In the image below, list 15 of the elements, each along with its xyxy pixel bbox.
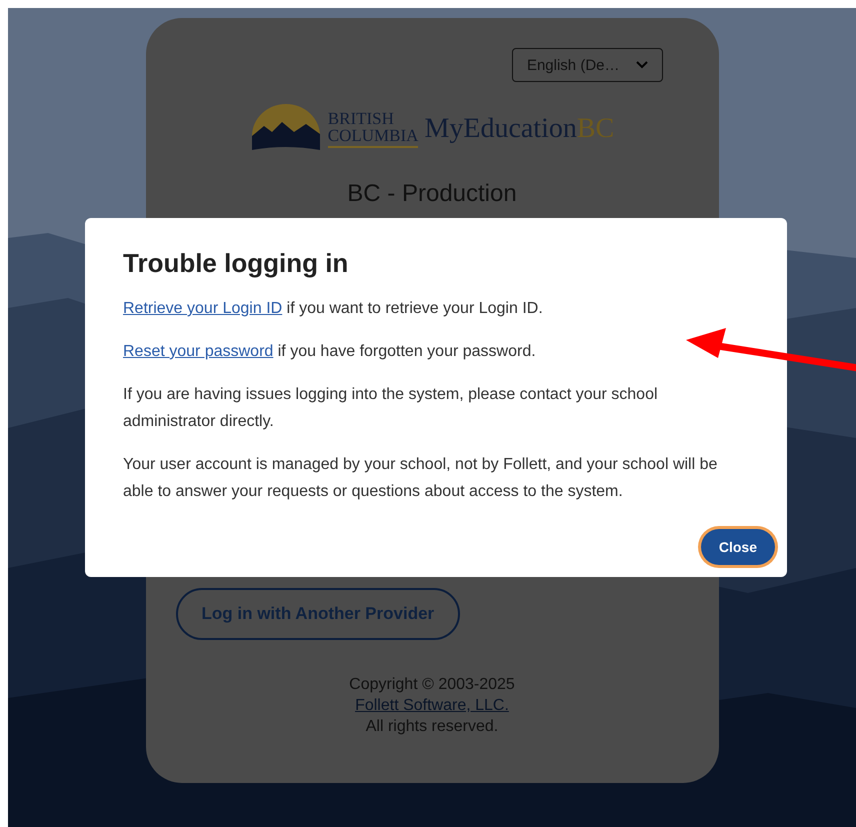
help-text: if you have forgotten your password.: [276, 343, 536, 360]
help-text: if you want to retrieve your Login ID.: [286, 300, 543, 317]
province-name: BRITISH: [328, 110, 395, 127]
close-button[interactable]: Close: [700, 529, 775, 565]
rights-text: All rights reserved.: [366, 717, 498, 737]
help-link[interactable]: Retrieve your Login ID: [123, 300, 282, 317]
copyright-text: Copyright © 2003-2025: [349, 675, 515, 695]
help-text: If you are having issues logging into the system, please contact your school administrator directly.: [123, 386, 658, 430]
dialog-title: Trouble logging in: [123, 248, 350, 279]
province-name: COLUMBIA: [328, 127, 418, 144]
environment-title: BC - Production: [347, 180, 517, 208]
product-name: MyEducation: [424, 113, 577, 145]
help-link[interactable]: Reset your password: [123, 343, 274, 360]
chevron-down-icon: [636, 61, 648, 69]
help-text: Your user account is managed by your school, not by Follett, and your school will be able to answer your requests or questions about access to the system.: [123, 456, 718, 500]
